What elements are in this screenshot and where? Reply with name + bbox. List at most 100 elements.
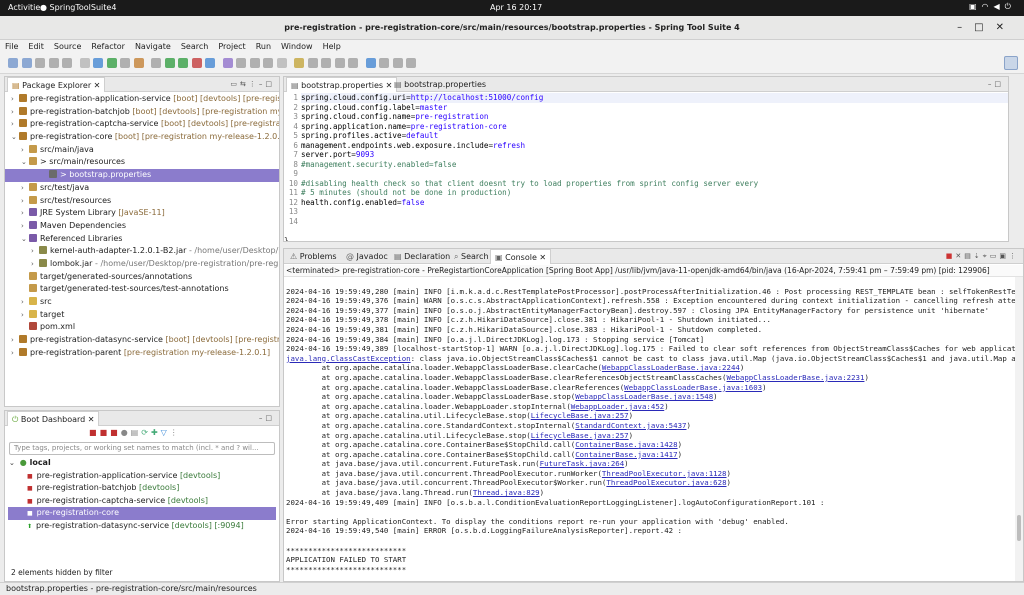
source-link[interactable]: WebappClassLoaderBase.java:1603 [624, 383, 762, 392]
code-line[interactable]: server.port=9093 [301, 150, 1008, 160]
menu-source[interactable]: Source [49, 40, 86, 54]
task-list-icon[interactable] [379, 58, 389, 68]
source-link[interactable]: ContainerBase.java:1417 [575, 450, 677, 459]
remove-launch-icon[interactable]: ✕ [955, 252, 964, 260]
search-icon[interactable] [276, 58, 287, 68]
tab-search[interactable]: ⌕ Search [450, 249, 493, 264]
code-line[interactable]: spring.cloud.config.label=master [301, 103, 1008, 113]
clear-console-icon[interactable]: ▤ [964, 252, 974, 260]
dashboard-search-input[interactable]: Type tags, projects, or working set name… [9, 442, 275, 455]
pin-icon[interactable] [365, 58, 376, 68]
code-line[interactable] [301, 217, 1008, 227]
console-scrollbar[interactable] [1015, 277, 1023, 581]
chevron-right-icon[interactable]: › [21, 207, 29, 220]
tree-item[interactable]: › kernel-auth-adapter-1.2.0.1-B2.jar - /h… [5, 245, 279, 258]
menu-run[interactable]: Run [251, 40, 276, 54]
code-line[interactable] [284, 226, 1008, 236]
dashboard-app[interactable]: ■ pre-registration-batchjob [devtools] [5, 482, 279, 495]
menu-refactor[interactable]: Refactor [86, 40, 130, 54]
view-menu-icon[interactable]: ⋮ [1009, 252, 1019, 260]
tree-item[interactable]: pom.xml [5, 321, 279, 334]
chevron-right-icon[interactable]: › [31, 258, 39, 271]
tab-package-explorer[interactable]: ▤ Package Explorer ✕ [7, 77, 106, 92]
code-lines[interactable]: spring.cloud.config.uri=http://localhost… [284, 93, 1008, 241]
source-link[interactable]: WebappClassLoaderBase.java:1548 [575, 392, 713, 401]
exception-link[interactable]: java.lang.ClassCastException [286, 354, 411, 363]
close-icon[interactable]: ✕ [94, 81, 101, 90]
chevron-right-icon[interactable]: › [21, 182, 29, 195]
code-line[interactable]: } [284, 236, 1008, 242]
terminate-icon[interactable]: ■ [946, 252, 956, 260]
scroll-lock-icon[interactable]: ⇣ [974, 252, 983, 260]
tab-declaration[interactable]: ▤ Declaration [390, 249, 454, 264]
prev-icon[interactable] [321, 58, 331, 68]
perspective-spring-icon[interactable] [1004, 56, 1018, 70]
chevron-down-icon[interactable]: ⌄ [21, 233, 29, 246]
annotation-icon[interactable] [294, 58, 304, 68]
chevron-down-icon[interactable]: ⌄ [21, 156, 29, 169]
code-line[interactable]: #management.security.enabled=false [301, 160, 1008, 170]
menu-edit[interactable]: Edit [23, 40, 49, 54]
editor-tab-2[interactable]: ▤ bootstrap.properties [390, 77, 490, 92]
dashboard-app[interactable]: ⬆ pre-registration-datasync-service [devt… [5, 520, 279, 533]
console-icon[interactable]: ▤ [131, 428, 142, 437]
stop-icon[interactable]: ■ [110, 428, 121, 437]
menu-file[interactable]: File [0, 40, 23, 54]
app-menu[interactable]: ● SpringToolSuite4 [40, 3, 116, 12]
dashboard-app[interactable]: ■ pre-registration-captcha-service [devto… [5, 495, 279, 508]
save-all-icon[interactable] [35, 58, 45, 68]
open-type-icon[interactable] [93, 58, 103, 68]
pin-console-icon[interactable]: ⌖ [983, 252, 990, 260]
open-browser-icon[interactable]: ● [121, 428, 131, 437]
stop-icon[interactable] [191, 58, 202, 68]
dashboard-group-local[interactable]: ⌄ ● local [5, 457, 279, 470]
chevron-down-icon[interactable]: ⌄ [11, 131, 19, 144]
task-icon[interactable] [120, 58, 130, 68]
chevron-right-icon[interactable]: › [31, 245, 39, 258]
open-console-icon[interactable]: ▣ [999, 252, 1009, 260]
tree-item[interactable]: target/generated-sources/annotations [5, 271, 279, 284]
tab-javadoc[interactable]: @ Javadoc [342, 249, 392, 264]
menu-search[interactable]: Search [176, 40, 213, 54]
maximize-icon[interactable]: □ [265, 80, 275, 88]
chevron-right-icon[interactable]: › [21, 195, 29, 208]
minimize-button[interactable]: – [957, 22, 974, 33]
tree-item[interactable]: › pre-registration-batchjob [boot] [devto… [5, 106, 279, 119]
source-link[interactable]: Thread.java:829 [473, 488, 540, 497]
new-package-icon[interactable] [249, 58, 260, 68]
run-icon[interactable] [106, 58, 117, 68]
chevron-right-icon[interactable]: › [11, 334, 19, 347]
build-icon[interactable] [133, 58, 144, 68]
new-icon[interactable] [8, 58, 18, 68]
tree-item[interactable]: › src/test/java [5, 182, 279, 195]
tree-item[interactable]: › pre-registration-application-service [b… [5, 93, 279, 106]
code-line[interactable]: #disabling health check so that client d… [301, 179, 1008, 189]
tree-item[interactable]: › pre-registration-parent [pre-registrati… [5, 347, 279, 360]
tree-item[interactable]: › Maven Dependencies [5, 220, 279, 233]
display-console-icon[interactable]: ▭ [990, 252, 1000, 260]
chevron-right-icon[interactable]: › [21, 220, 29, 233]
tree-item-selected[interactable]: > bootstrap.properties [5, 169, 279, 182]
chevron-right-icon[interactable]: › [11, 347, 19, 360]
chevron-right-icon[interactable]: › [21, 296, 29, 309]
code-line[interactable]: health.config.enabled=false [301, 198, 1008, 208]
code-line[interactable] [301, 169, 1008, 179]
undo-icon[interactable] [62, 58, 72, 68]
code-line[interactable]: spring.profiles.active=default [301, 131, 1008, 141]
print-icon[interactable] [48, 58, 59, 68]
tab-problems[interactable]: ⚠ Problems [286, 249, 341, 264]
tab-console[interactable]: ▣ Console ✕ [490, 249, 552, 264]
source-link[interactable]: ContainerBase.java:1428 [575, 440, 677, 449]
close-icon[interactable]: ✕ [537, 253, 546, 262]
dashboard-app[interactable]: ■ pre-registration-core [8, 507, 276, 520]
source-link[interactable]: StandardContext.java:5437 [575, 421, 686, 430]
code-line[interactable]: spring.cloud.config.name=pre-registratio… [301, 112, 1008, 122]
tree-item[interactable]: target/generated-test-sources/test-annot… [5, 283, 279, 296]
menu-help[interactable]: Help [318, 40, 346, 54]
debug-icon[interactable]: ■ [100, 428, 111, 437]
maximize-icon[interactable]: □ [265, 414, 275, 422]
close-icon[interactable]: ✕ [88, 415, 95, 424]
history-icon[interactable] [406, 58, 416, 68]
filter-icon[interactable]: ▽ [161, 428, 170, 437]
run-last-icon[interactable] [178, 58, 188, 68]
